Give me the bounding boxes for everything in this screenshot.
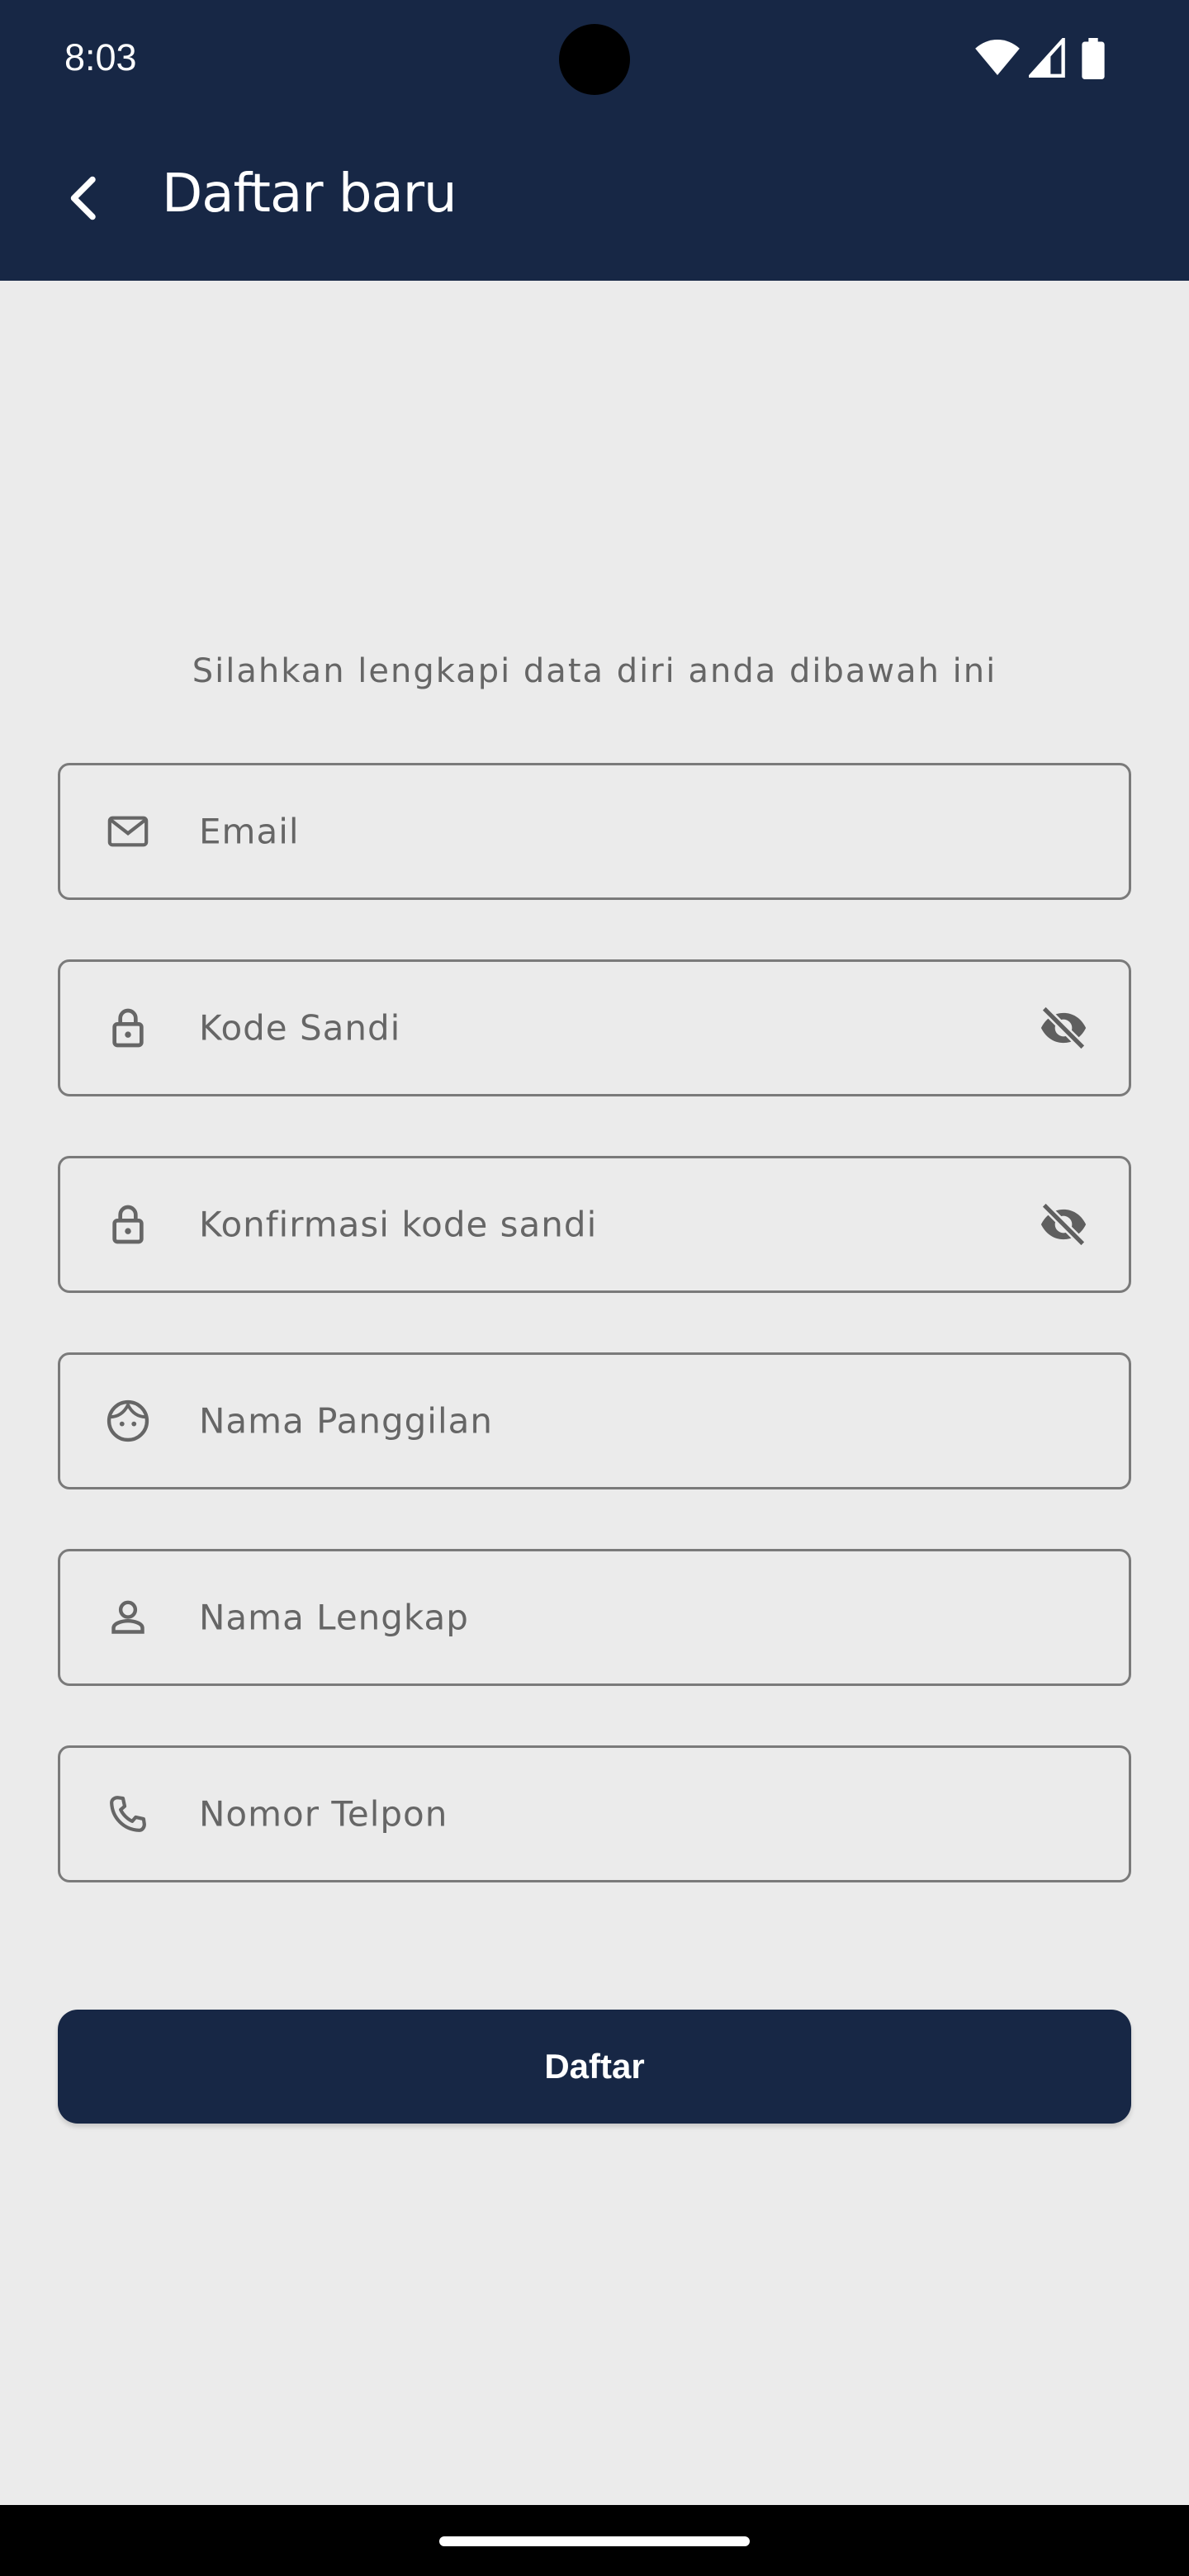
navigation-bar	[0, 2505, 1189, 2576]
status-bar: 8:03	[0, 0, 1189, 116]
mail-icon	[103, 807, 153, 856]
full-name-field[interactable]: Nama Lengkap	[58, 1549, 1131, 1686]
phone-placeholder: Nomor Telpon	[199, 1793, 448, 1835]
full-name-placeholder: Nama Lengkap	[199, 1597, 469, 1638]
email-field[interactable]: Email	[58, 763, 1131, 900]
face-icon	[103, 1396, 153, 1446]
app-bar: Daftar baru	[0, 116, 1189, 281]
home-indicator[interactable]	[439, 2536, 750, 2546]
person-icon	[103, 1593, 153, 1642]
phone-icon	[103, 1789, 153, 1839]
wifi-icon	[975, 39, 1020, 75]
signal-icon	[1029, 38, 1065, 78]
nickname-field[interactable]: Nama Panggilan	[58, 1352, 1131, 1489]
battery-icon	[1082, 38, 1105, 79]
camera-cutout	[559, 24, 630, 95]
visibility-off-icon[interactable]	[1035, 1196, 1092, 1253]
lock-icon	[103, 1003, 153, 1053]
nickname-placeholder: Nama Panggilan	[199, 1400, 493, 1442]
password-field[interactable]: Kode Sandi	[58, 959, 1131, 1096]
phone-field[interactable]: Nomor Telpon	[58, 1745, 1131, 1882]
password-placeholder: Kode Sandi	[199, 1007, 401, 1049]
arrow-back-icon	[70, 176, 96, 220]
lock-icon	[103, 1200, 153, 1249]
register-button[interactable]: Daftar	[58, 2010, 1131, 2124]
confirm-password-placeholder: Konfirmasi kode sandi	[199, 1204, 598, 1245]
confirm-password-field[interactable]: Konfirmasi kode sandi	[58, 1156, 1131, 1293]
email-placeholder: Email	[199, 811, 300, 852]
visibility-off-icon[interactable]	[1035, 999, 1092, 1057]
back-button[interactable]	[43, 157, 126, 239]
page-title: Daftar baru	[162, 163, 457, 225]
form-instruction: Silahkan lengkapi data diri anda dibawah…	[192, 652, 997, 690]
status-time: 8:03	[64, 36, 137, 78]
